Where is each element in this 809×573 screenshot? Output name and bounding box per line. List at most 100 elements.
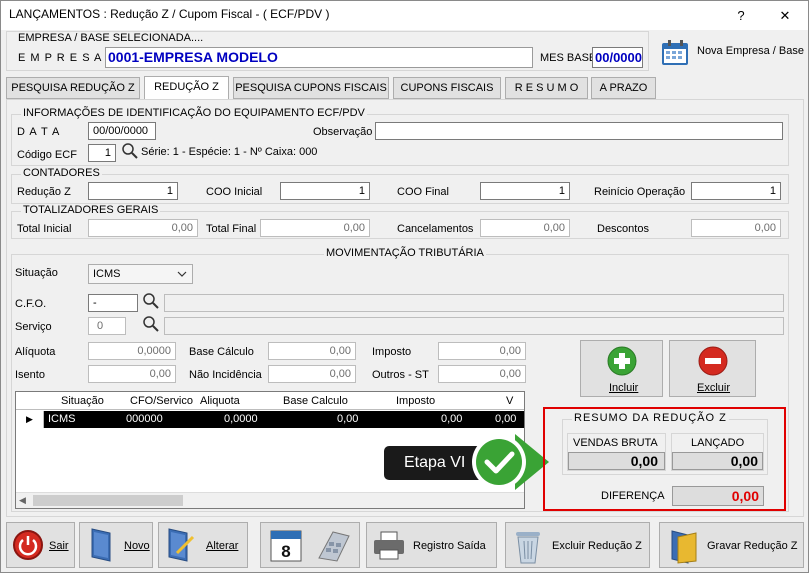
- observacao-field[interactable]: [375, 122, 783, 140]
- novo-label: Novo: [124, 540, 150, 552]
- vendas-label: VENDAS BRUTA: [573, 437, 658, 449]
- scroll-left-icon[interactable]: ◀: [19, 495, 26, 506]
- situacao-select[interactable]: ICMS: [88, 264, 193, 284]
- nova-empresa-button[interactable]: Nova Empresa / Base: [656, 37, 806, 67]
- imposto-label: Imposto: [372, 346, 412, 358]
- printer-icon: [374, 531, 404, 560]
- sair-label: Sair: [49, 540, 69, 552]
- main-window: LANÇAMENTOS : Redução Z / Cupom Fiscal -…: [0, 0, 809, 573]
- tab-pesquisa-reducao-z[interactable]: PESQUISA REDUÇÃO Z: [6, 77, 140, 99]
- nao-incidencia-field[interactable]: 0,00: [268, 365, 356, 383]
- servico-field[interactable]: 0: [88, 317, 126, 335]
- lancado-label: LANÇADO: [691, 437, 745, 449]
- svg-text:8: 8: [281, 542, 290, 561]
- cfo-field[interactable]: -: [88, 294, 138, 312]
- excluir-reducao-button[interactable]: Excluir Redução Z: [505, 522, 650, 568]
- excluir-button[interactable]: Excluir: [669, 340, 756, 397]
- registro-saida-label: Registro Saída: [413, 540, 486, 552]
- coo-final-field[interactable]: 1: [480, 182, 570, 200]
- data-label: D A T A: [17, 126, 61, 138]
- situacao-label: Situação: [15, 267, 58, 279]
- lancado-value: 0,00: [672, 452, 763, 470]
- codigo-ecf-field[interactable]: 1: [88, 144, 116, 162]
- coo-inicial-label: COO Inicial: [206, 186, 263, 198]
- servico-search-icon[interactable]: [142, 315, 160, 333]
- col-cfo[interactable]: CFO/Servico: [130, 395, 193, 407]
- table-row[interactable]: ▶ ICMS 000000 0,0000 0,00 0,00 0,00: [16, 411, 524, 428]
- chevron-down-icon: [177, 271, 187, 277]
- cfo-search-icon[interactable]: [142, 292, 160, 310]
- tab-pesquisa-cupons[interactable]: PESQUISA CUPONS FISCAIS: [233, 77, 389, 99]
- totalizadores-title: TOTALIZADORES GERAIS: [21, 204, 161, 216]
- incluir-label: Incluir: [609, 382, 639, 394]
- window-title: LANÇAMENTOS : Redução Z / Cupom Fiscal -…: [9, 7, 330, 21]
- close-button[interactable]: ✕: [763, 1, 807, 30]
- imposto-field[interactable]: 0,00: [438, 342, 526, 360]
- vendas-value: 0,00: [568, 452, 665, 470]
- total-final-field[interactable]: 0,00: [260, 219, 370, 237]
- reducao-z-field[interactable]: 1: [88, 182, 178, 200]
- total-inicial-label: Total Inicial: [17, 223, 72, 235]
- sair-button[interactable]: Sair: [6, 522, 75, 568]
- edit-document-icon: [168, 528, 195, 562]
- col-imposto[interactable]: Imposto: [396, 395, 435, 407]
- col-aliquota[interactable]: Aliquota: [200, 395, 240, 407]
- info-title: INFORMAÇÕES DE IDENTIFICAÇÃO DO EQUIPAME…: [21, 107, 367, 119]
- data-field[interactable]: 00/00/0000: [88, 122, 156, 140]
- total-inicial-field[interactable]: 0,00: [88, 219, 198, 237]
- descontos-field[interactable]: 0,00: [691, 219, 781, 237]
- cell-base: 0,00: [337, 413, 359, 425]
- mes-base-field[interactable]: 00/0000: [592, 47, 643, 68]
- base-calculo-field[interactable]: 0,00: [268, 342, 356, 360]
- power-icon: [13, 530, 43, 560]
- tab-reducao-z[interactable]: REDUÇÃO Z: [144, 76, 229, 99]
- serie-text: Série: 1 - Espécie: 1 - Nº Caixa: 000: [141, 146, 318, 158]
- registro-saida-button[interactable]: Registro Saída: [366, 522, 497, 568]
- calculator-icon: [318, 531, 350, 562]
- calendar-icon: [662, 40, 688, 65]
- cfo-description: [164, 294, 784, 312]
- tab-cupons-fiscais[interactable]: CUPONS FISCAIS: [393, 77, 501, 99]
- cell-imposto: 0,00: [441, 413, 463, 425]
- tab-a-prazo[interactable]: A PRAZO: [591, 77, 656, 99]
- empresa-label: E M P R E S A: [18, 52, 103, 64]
- novo-button[interactable]: Novo: [79, 522, 153, 568]
- alterar-button[interactable]: Alterar: [158, 522, 248, 568]
- servico-description: [164, 317, 784, 335]
- isento-field[interactable]: 0,00: [88, 365, 176, 383]
- lancado-box: LANÇADO 0,00: [671, 433, 764, 471]
- search-icon[interactable]: [121, 142, 139, 160]
- isento-label: Isento: [15, 369, 45, 381]
- empresa-field[interactable]: 0001-EMPRESA MODELO: [105, 47, 533, 68]
- col-v[interactable]: V: [506, 395, 513, 407]
- aliquota-field[interactable]: 0,0000: [88, 342, 176, 360]
- reinicio-field[interactable]: 1: [691, 182, 781, 200]
- calendar-calc-button[interactable]: 8: [260, 522, 360, 568]
- col-base[interactable]: Base Calculo: [283, 395, 348, 407]
- col-situacao[interactable]: Situação: [61, 395, 104, 407]
- cancelamentos-field[interactable]: 0,00: [480, 219, 570, 237]
- empresa-section-label: EMPRESA / BASE SELECIONADA....: [18, 32, 204, 44]
- aliquota-label: Alíquota: [15, 346, 56, 358]
- reducao-z-label: Redução Z: [17, 186, 71, 198]
- scroll-thumb[interactable]: [33, 495, 183, 506]
- reinicio-label: Reinício Operação: [594, 186, 686, 198]
- incluir-button[interactable]: Incluir: [580, 340, 663, 397]
- calendar-8-icon: 8: [270, 530, 302, 562]
- gravar-reducao-label: Gravar Redução Z: [707, 540, 798, 552]
- tab-resumo[interactable]: R E S U M O: [505, 77, 588, 99]
- help-button[interactable]: ?: [719, 1, 763, 30]
- codigo-ecf-label: Código ECF: [17, 149, 77, 161]
- cancelamentos-label: Cancelamentos: [397, 223, 474, 235]
- diferenca-value: 0,00: [672, 486, 764, 506]
- callout-text: Etapa VI: [404, 454, 466, 471]
- horizontal-scrollbar[interactable]: ◀: [16, 492, 524, 508]
- base-calculo-label: Base Cálculo: [189, 346, 254, 358]
- diferenca-label: DIFERENÇA: [601, 490, 665, 502]
- plus-icon: [607, 346, 637, 376]
- excluir-reducao-label: Excluir Redução Z: [552, 540, 642, 552]
- coo-inicial-field[interactable]: 1: [280, 182, 370, 200]
- outros-st-field[interactable]: 0,00: [438, 365, 526, 383]
- current-row-arrow-icon: ▶: [26, 414, 33, 424]
- gravar-reducao-button[interactable]: Gravar Redução Z: [659, 522, 804, 568]
